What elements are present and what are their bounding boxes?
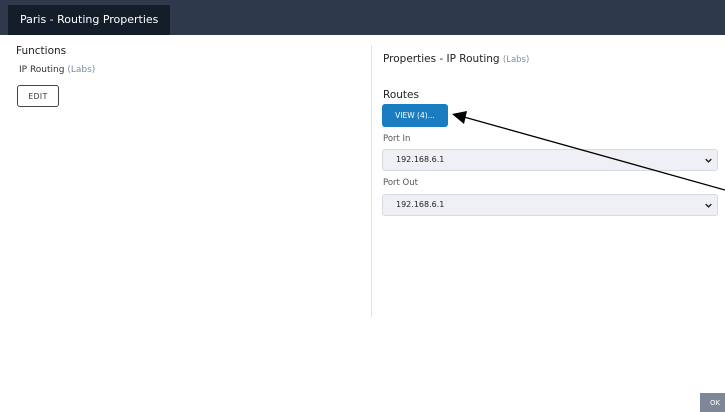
ok-button-label: OK: [709, 398, 721, 407]
properties-heading: Properties - IP Routing (Labs): [383, 53, 529, 65]
port-out-label: Port Out: [383, 178, 418, 188]
port-in-value: 192.168.6.1: [396, 155, 445, 164]
functions-heading: Functions: [16, 45, 67, 57]
view-routes-button-label: VIEW (4)...: [395, 111, 435, 120]
edit-button[interactable]: EDIT: [17, 85, 59, 107]
chevron-down-icon: [705, 203, 712, 208]
edit-button-label: EDIT: [28, 91, 48, 101]
port-out-select[interactable]: 192.168.6.1: [382, 194, 718, 216]
ok-button[interactable]: OK: [700, 393, 725, 412]
function-item-ip-routing: IP Routing (Labs): [19, 65, 95, 75]
window-title: Paris - Routing Properties: [20, 13, 159, 26]
properties-heading-text: Properties - IP Routing: [383, 53, 500, 65]
annotation-arrow-head: [452, 111, 467, 124]
window-title-tab[interactable]: Paris - Routing Properties: [8, 5, 170, 35]
function-item-labs-tag: (Labs): [67, 65, 96, 75]
routes-label: Routes: [383, 89, 419, 101]
title-bar: Paris - Routing Properties: [0, 0, 725, 35]
panel-divider: [371, 45, 372, 317]
function-item-name: IP Routing: [19, 65, 65, 75]
chevron-down-icon: [705, 158, 712, 163]
port-in-label: Port In: [383, 134, 411, 144]
properties-labs-tag: (Labs): [502, 55, 530, 65]
port-out-value: 192.168.6.1: [396, 200, 445, 209]
view-routes-button[interactable]: VIEW (4)...: [382, 104, 448, 127]
port-in-select[interactable]: 192.168.6.1: [382, 149, 718, 171]
